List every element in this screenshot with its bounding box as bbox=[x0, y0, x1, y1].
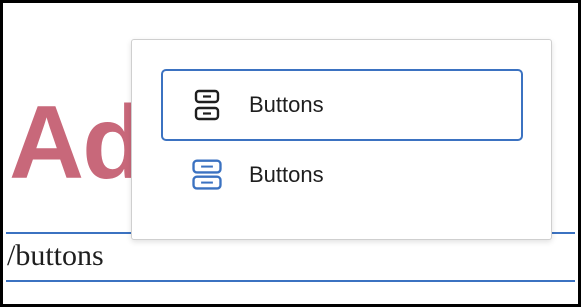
editor-canvas: Ad /buttons Buttons Buttons bbox=[0, 0, 581, 307]
menu-option-label: Buttons bbox=[249, 162, 324, 187]
slash-command-input[interactable]: /buttons bbox=[7, 241, 104, 271]
menu-option-buttons-alt[interactable]: Buttons bbox=[161, 139, 523, 211]
page-heading: Ad bbox=[9, 85, 146, 201]
buttons-block-icon bbox=[191, 85, 223, 125]
block-border-bottom bbox=[6, 280, 575, 282]
buttons-block-icon bbox=[191, 155, 223, 195]
block-inserter-popover: Buttons Buttons bbox=[131, 39, 552, 240]
menu-option-buttons[interactable]: Buttons bbox=[161, 69, 523, 141]
menu-option-label: Buttons bbox=[249, 92, 324, 117]
